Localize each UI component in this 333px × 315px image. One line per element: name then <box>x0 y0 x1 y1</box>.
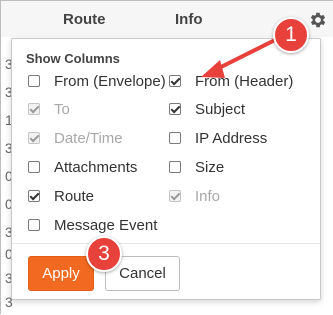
option-label: From (Header) <box>195 72 294 90</box>
option-ip-address[interactable]: IP Address <box>169 128 267 148</box>
option-attachments[interactable]: Attachments <box>28 157 137 177</box>
column-header-route[interactable]: Route <box>63 11 106 28</box>
checkbox[interactable] <box>28 190 40 202</box>
option-subject[interactable]: Subject <box>169 99 245 119</box>
gear-icon[interactable] <box>308 10 328 30</box>
option-size[interactable]: Size <box>169 157 224 177</box>
option-label: Info <box>195 187 221 205</box>
divider <box>12 243 320 244</box>
option-date-time: Date/Time <box>28 128 123 148</box>
checkbox[interactable] <box>169 103 181 115</box>
screenshot-frame: Route Info 3 3 1 3 0 0 3 0 3 3 Show Colu… <box>0 0 333 315</box>
checkbox[interactable] <box>169 161 181 173</box>
checkbox <box>28 132 40 144</box>
checkbox[interactable] <box>28 219 40 231</box>
callout-badge-1: 1 <box>273 17 309 53</box>
option-label: Route <box>54 187 95 205</box>
option-label: IP Address <box>195 129 268 147</box>
callout-badge-3: 3 <box>86 236 122 272</box>
option-to: To <box>28 99 70 119</box>
checkbox[interactable] <box>28 75 40 87</box>
column-header-info[interactable]: Info <box>175 11 203 28</box>
option-from-header[interactable]: From (Header) <box>169 71 293 91</box>
option-label: Attachments <box>54 158 138 176</box>
checkbox <box>28 103 40 115</box>
checkbox <box>169 190 181 202</box>
checkbox[interactable] <box>28 161 40 173</box>
option-from-envelope[interactable]: From (Envelope) <box>28 71 166 91</box>
option-route[interactable]: Route <box>28 186 94 206</box>
panel-title: Show Columns <box>26 51 120 66</box>
option-label: Date/Time <box>54 129 123 147</box>
option-label: From (Envelope) <box>54 72 166 90</box>
show-columns-panel: Show Columns From (Envelope) To Date/Tim… <box>11 38 321 300</box>
checkbox[interactable] <box>169 132 181 144</box>
option-label: To <box>54 100 70 118</box>
option-message-event[interactable]: Message Event <box>28 215 157 235</box>
option-info: Info <box>169 186 220 206</box>
checkbox[interactable] <box>169 75 181 87</box>
option-label: Size <box>195 158 225 176</box>
option-label: Subject <box>195 100 246 118</box>
apply-button[interactable]: Apply <box>28 256 94 291</box>
option-label: Message Event <box>54 216 158 234</box>
